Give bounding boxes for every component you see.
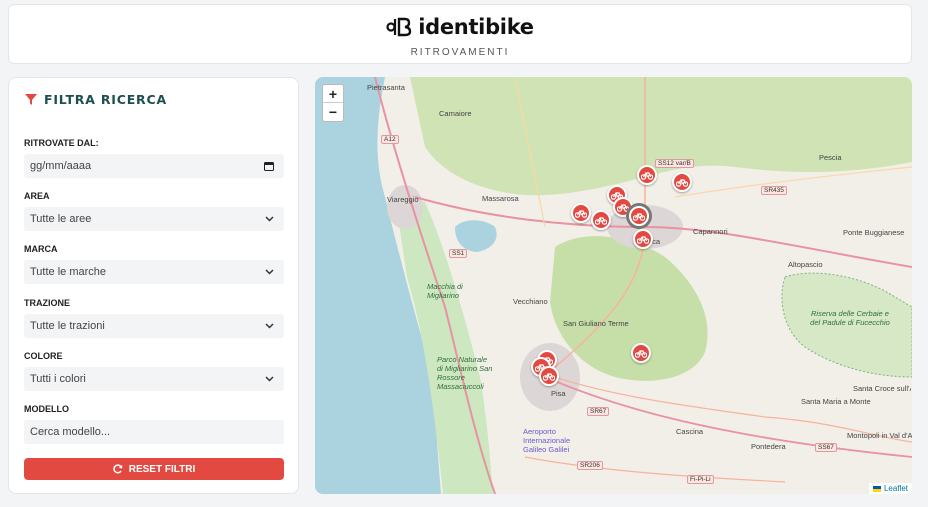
reset-filters-button[interactable]: RESET FILTRI [24,458,284,480]
place-label: Altopascio [788,260,823,269]
place-label: Pescia [819,153,842,162]
bicycle-icon [633,212,645,221]
zoom-out-button[interactable]: − [323,103,343,121]
map-attribution[interactable]: Leaflet [868,483,912,494]
traction-label: TRAZIONE [24,298,70,308]
place-label: Pontedera [751,442,786,451]
brand-value: Tutte le marche [30,266,107,278]
bike-marker[interactable] [571,203,591,223]
bike-marker[interactable] [591,210,611,230]
brand-label: MARCA [24,244,58,254]
place-label: Capannori [693,227,728,236]
road-label: SS67 [815,443,837,452]
area-label: AREA [24,191,50,201]
chevron-down-icon [265,323,274,329]
color-label: COLORE [24,351,63,361]
road-label: Fi-Pi-Li [687,475,714,484]
header: identibike RITROVAMENTI [8,4,912,64]
place-label: San Giuliano Terme [563,319,629,328]
area-value: Tutte le aree [30,213,92,225]
model-label: MODELLO [24,404,69,414]
calendar-icon[interactable] [264,161,274,171]
zoom-control: + − [322,84,344,122]
traction-value: Tutte le trazioni [30,320,105,332]
bicycle-icon [575,209,587,218]
map-view[interactable]: Pietrasanta Camaiore Viareggio Massarosa… [315,77,912,494]
bicycle-icon [635,349,647,358]
bicycle-icon [543,372,555,381]
chevron-down-icon [265,216,274,222]
green-area-label: Riserva delle Cerbaie e del Padule di Fu… [810,309,890,327]
filter-panel-title: FILTRA RICERCA [25,92,167,107]
road-label: SR206 [577,461,603,470]
model-input[interactable]: Cerca modello... [24,420,284,444]
filter-icon [25,94,37,105]
bicycle-icon [641,171,653,180]
place-label: Santa Maria a Monte [801,397,871,406]
page-subtitle: RITROVAMENTI [410,47,510,58]
zoom-in-button[interactable]: + [323,85,343,103]
road-label: SS12 var/B [655,159,694,168]
bicycle-icon [617,203,629,212]
bike-marker[interactable] [629,206,649,226]
road-label: SS1 [449,249,468,258]
date-input[interactable]: gg/mm/aaaa [24,154,284,178]
place-label: Vecchiano [513,297,548,306]
chevron-down-icon [265,376,274,382]
chevron-down-icon [265,269,274,275]
date-placeholder: gg/mm/aaaa [30,160,92,172]
place-label: Montopoli in Val d'Arno [847,431,912,440]
green-area-label: Parco Naturale di Migliarino San Rossore… [437,355,493,391]
traction-select[interactable]: Tutte le trazioni [24,314,284,338]
reset-label: RESET FILTRI [128,463,196,475]
attribution-link[interactable]: Leaflet [884,484,908,493]
place-label: Camaiore [439,109,472,118]
place-label: Viareggio [387,195,419,204]
identibike-logo-icon [386,17,412,37]
model-placeholder: Cerca modello... [30,426,111,438]
place-label: Massarosa [482,194,519,203]
ukraine-flag-icon [872,485,881,492]
place-label: Ponte Buggianese [843,228,905,237]
road-label: SR435 [761,186,787,195]
filter-title-text: FILTRA RICERCA [44,92,167,107]
road-label: A12 [381,135,399,144]
bike-marker[interactable] [631,343,651,363]
place-label: Pietrasanta [367,83,405,92]
date-label: RITROVATE DAL: [24,138,99,148]
bike-marker[interactable] [672,172,692,192]
airport-label: Aeroporto Internazionale Galileo Galilei [523,427,571,454]
color-select[interactable]: Tutti i colori [24,367,284,391]
place-label: Pisa [551,389,566,398]
bicycle-icon [637,235,649,244]
bicycle-icon [676,178,688,187]
refresh-icon [113,464,123,474]
bike-marker[interactable] [633,229,653,249]
road-label: SR67 [587,407,610,416]
area-select[interactable]: Tutte le aree [24,207,284,231]
map-tiles[interactable] [315,77,912,494]
place-label: Santa Croce sull'Arno [853,384,911,393]
bike-marker[interactable] [539,366,559,386]
bike-marker[interactable] [637,165,657,185]
bicycle-icon [595,216,607,225]
place-label: Cascina [676,427,704,436]
brand-logo[interactable]: identibike [9,15,911,39]
brand-name: identibike [418,15,534,39]
color-value: Tutti i colori [30,373,86,385]
green-area-label: Macchia di Migliarino [427,282,463,300]
brand-select[interactable]: Tutte le marche [24,260,284,284]
filter-panel: FILTRA RICERCA RITROVATE DAL: gg/mm/aaaa… [8,77,299,494]
